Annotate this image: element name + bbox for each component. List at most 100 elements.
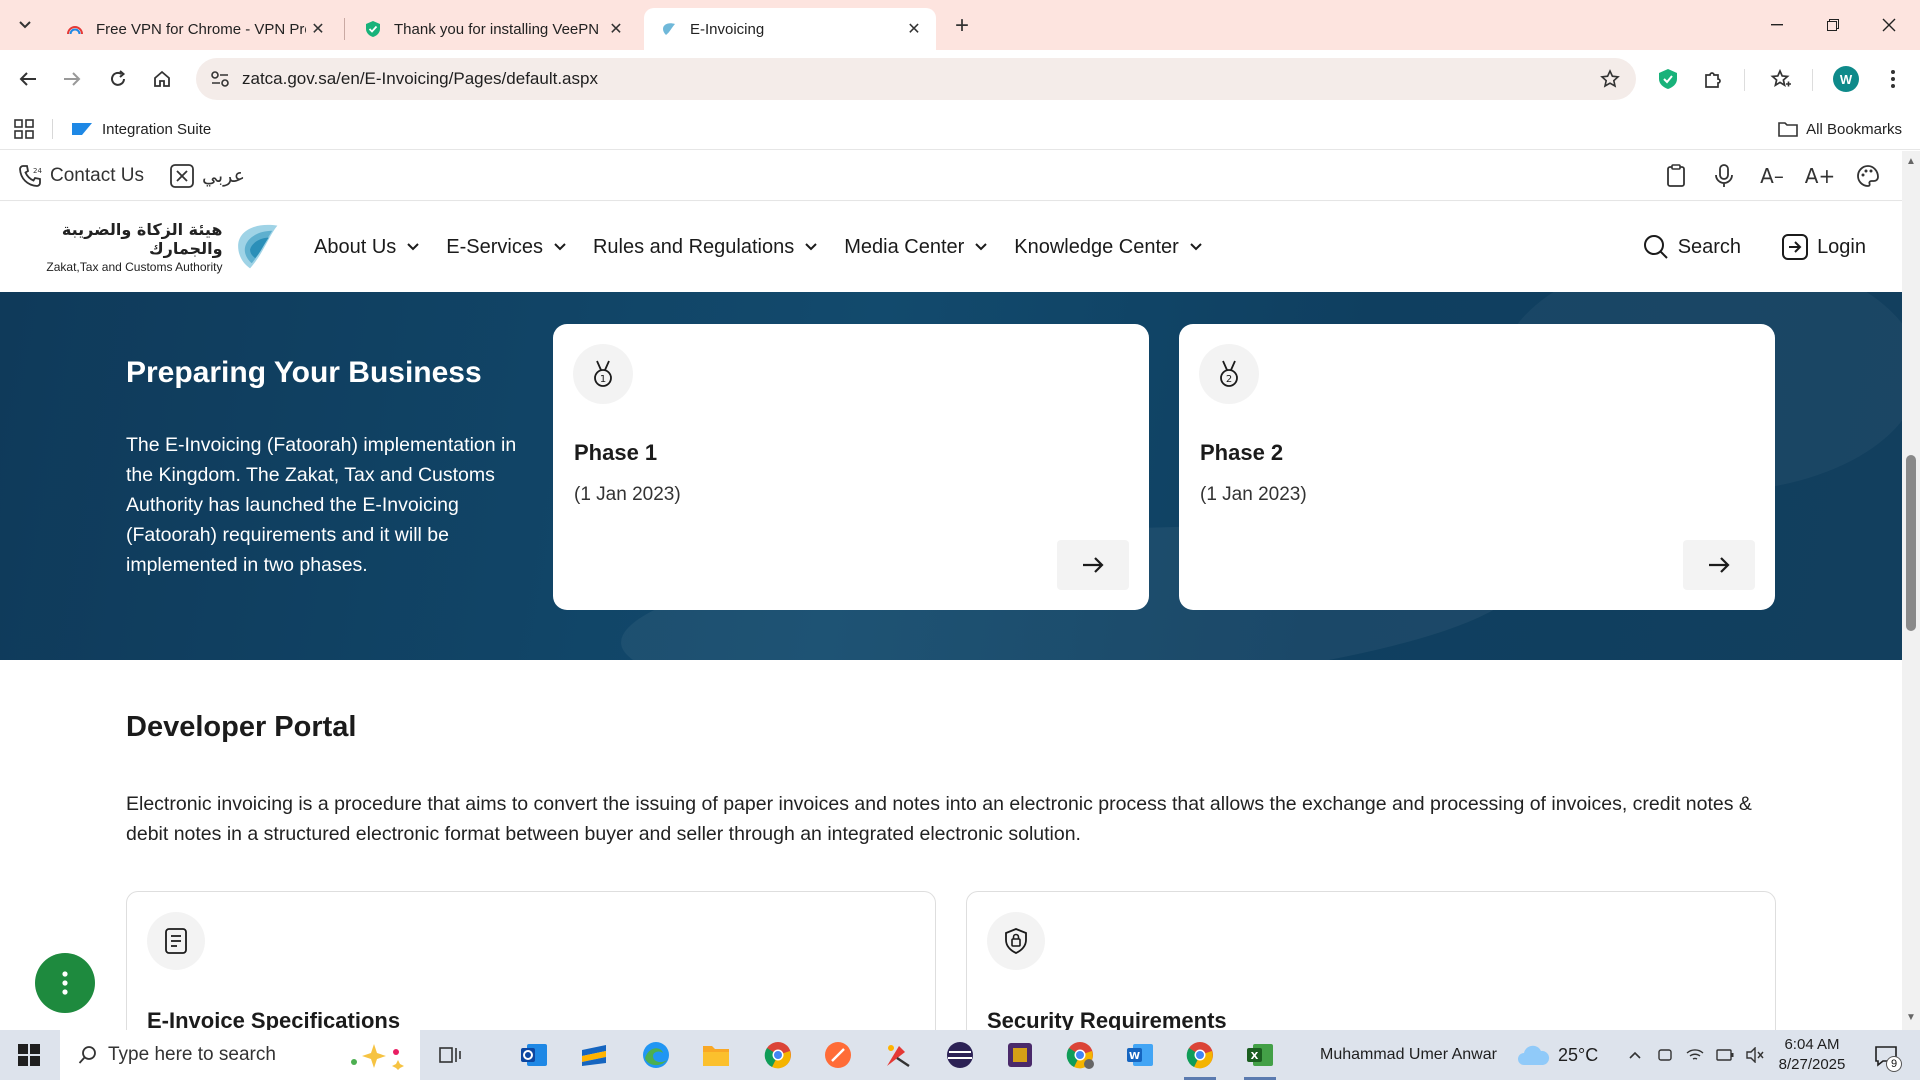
more-vertical-icon <box>62 971 68 995</box>
edge-icon[interactable] <box>634 1035 678 1075</box>
phase-title: Phase 2 <box>1200 440 1284 465</box>
weather-widget[interactable]: 25°C <box>1516 1030 1598 1080</box>
chevron-up-icon[interactable] <box>1624 1044 1646 1066</box>
tab-e-invoicing[interactable]: E-Invoicing ✕ <box>644 8 936 50</box>
file-explorer-icon[interactable] <box>694 1035 738 1075</box>
postman-icon[interactable] <box>816 1035 860 1075</box>
card-title: E-Invoice Specifications <box>147 1008 401 1030</box>
increase-font-icon[interactable]: A+ <box>1805 162 1835 190</box>
menu-about-us[interactable]: About Us <box>314 236 420 259</box>
system-clock[interactable]: 6:04 AM 8/27/2025 <box>1756 1035 1868 1075</box>
clipboard-icon[interactable] <box>1662 162 1690 190</box>
url-text[interactable]: zatca.gov.sa/en/E-Invoicing/Pages/defaul… <box>242 69 598 89</box>
security-requirements-card[interactable]: Security Requirements <box>966 891 1776 1030</box>
hero-title: Preparing Your Business <box>126 356 482 389</box>
contact-us-link[interactable]: Contact Us <box>50 165 144 187</box>
apps-grid-icon[interactable] <box>14 119 34 139</box>
minimize-icon <box>1771 24 1783 26</box>
tab-veepn[interactable]: Thank you for installing VeePN ✕ <box>348 8 638 50</box>
menu-media-center[interactable]: Media Center <box>844 236 988 259</box>
tab-title: Free VPN for Chrome - VPN Pro <box>96 20 306 38</box>
microphone-icon[interactable] <box>1710 162 1738 190</box>
tab-free-vpn[interactable]: Free VPN for Chrome - VPN Pro ✕ <box>50 8 340 50</box>
forward-button[interactable] <box>56 63 88 95</box>
chrome-profile-icon[interactable] <box>1058 1035 1102 1075</box>
outlook-icon[interactable] <box>512 1035 556 1075</box>
back-button[interactable] <box>12 63 44 95</box>
arrow-left-icon <box>19 72 36 86</box>
chrome-icon[interactable] <box>756 1035 800 1075</box>
shield-icon <box>364 20 382 38</box>
game-app-icon[interactable] <box>998 1035 1042 1075</box>
close-tab-icon[interactable]: ✕ <box>306 17 330 41</box>
chevron-down-icon <box>975 243 987 251</box>
paint-app-icon[interactable] <box>876 1035 920 1075</box>
excel-icon[interactable]: X <box>1238 1035 1282 1080</box>
document-icon <box>147 912 205 970</box>
signed-in-user[interactable]: Muhammad Umer Anwar <box>1320 1030 1497 1080</box>
bookmark-integration-suite[interactable]: Integration Suite <box>72 108 211 150</box>
address-bar[interactable]: zatca.gov.sa/en/E-Invoicing/Pages/defaul… <box>196 58 1636 100</box>
phase-2-arrow-button[interactable] <box>1683 540 1755 590</box>
extensions-puzzle-icon[interactable] <box>1697 63 1729 95</box>
chrome-active-icon[interactable] <box>1178 1035 1222 1080</box>
start-button[interactable] <box>0 1030 58 1080</box>
menu-knowledge-center[interactable]: Knowledge Center <box>1014 236 1203 259</box>
restore-button[interactable] <box>1810 10 1856 40</box>
eclipse-icon[interactable] <box>938 1035 982 1075</box>
word-icon[interactable]: W <box>1118 1035 1162 1075</box>
menu-rules-and-regulations[interactable]: Rules and Regulations <box>593 236 818 259</box>
notifications-button[interactable]: 9 <box>1868 1040 1904 1072</box>
tab-search-button[interactable] <box>12 12 38 38</box>
reload-button[interactable] <box>102 63 134 95</box>
task-view-icon[interactable] <box>428 1035 472 1075</box>
chevron-down-icon <box>407 243 419 251</box>
wifi-icon[interactable] <box>1684 1044 1706 1066</box>
close-tab-icon[interactable]: ✕ <box>902 17 926 41</box>
home-icon <box>154 70 170 87</box>
bookmarks-divider <box>52 119 53 139</box>
battery-icon[interactable] <box>1714 1044 1736 1066</box>
scroll-thumb[interactable] <box>1906 455 1916 631</box>
close-tab-icon[interactable]: ✕ <box>604 17 628 41</box>
phase-1-arrow-button[interactable] <box>1057 540 1129 590</box>
favorites-icon[interactable] <box>1765 63 1797 95</box>
zatca-logo[interactable]: هيئة الزكاة والضريبة والجمارك Zakat,Tax … <box>18 216 282 278</box>
palette-icon[interactable] <box>1854 162 1882 190</box>
chevron-down-icon <box>554 243 566 251</box>
utility-bar: 24 Contact Us عربي A– A+ <box>0 151 1902 201</box>
profile-avatar[interactable]: W <box>1833 66 1859 92</box>
arabic-language-link[interactable]: عربي <box>202 165 245 187</box>
medal-1-icon: 1 <box>573 344 633 404</box>
bookmarks-bar: Integration Suite All Bookmarks <box>0 108 1920 150</box>
scroll-down-arrow[interactable]: ▼ <box>1906 1013 1916 1023</box>
taskbar-search[interactable]: Type here to search <box>60 1030 420 1080</box>
new-tab-button[interactable]: + <box>948 12 976 40</box>
home-button[interactable] <box>146 63 178 95</box>
site-info-icon[interactable] <box>200 58 240 100</box>
bookmark-star-icon[interactable] <box>1598 67 1622 91</box>
e-invoice-specifications-card[interactable]: E-Invoice Specifications <box>126 891 936 1030</box>
search-icon <box>1643 235 1668 259</box>
veepn-extension-icon[interactable] <box>1652 63 1684 95</box>
developer-portal-description: Electronic invoicing is a procedure that… <box>126 793 1752 845</box>
scroll-up-arrow[interactable]: ▲ <box>1906 157 1916 167</box>
all-bookmarks-button[interactable]: All Bookmarks <box>1778 108 1902 150</box>
all-bookmarks-label: All Bookmarks <box>1806 120 1902 138</box>
lock-shield-icon <box>987 912 1045 970</box>
phase-2-card[interactable]: 2 Phase 2 (1 Jan 2023) <box>1179 324 1775 610</box>
meet-now-icon[interactable] <box>1654 1044 1676 1066</box>
page-scrollbar[interactable]: ▲ ▼ <box>1902 151 1920 1030</box>
sparkle-icon <box>351 1044 404 1070</box>
floating-menu-button[interactable] <box>35 953 95 1013</box>
login-button[interactable]: Login <box>1781 233 1866 261</box>
close-window-button[interactable] <box>1866 10 1912 40</box>
phase-1-card[interactable]: 1 Phase 1 (1 Jan 2023) <box>553 324 1149 610</box>
decrease-font-icon[interactable]: A– <box>1758 162 1786 190</box>
search-button[interactable]: Search <box>1642 233 1741 261</box>
sublime-app-icon[interactable] <box>572 1035 616 1075</box>
menu-kebab-icon[interactable] <box>1877 63 1909 95</box>
chevron-down-icon <box>805 243 817 251</box>
menu-e-services[interactable]: E-Services <box>446 236 567 259</box>
minimize-button[interactable] <box>1754 10 1800 40</box>
